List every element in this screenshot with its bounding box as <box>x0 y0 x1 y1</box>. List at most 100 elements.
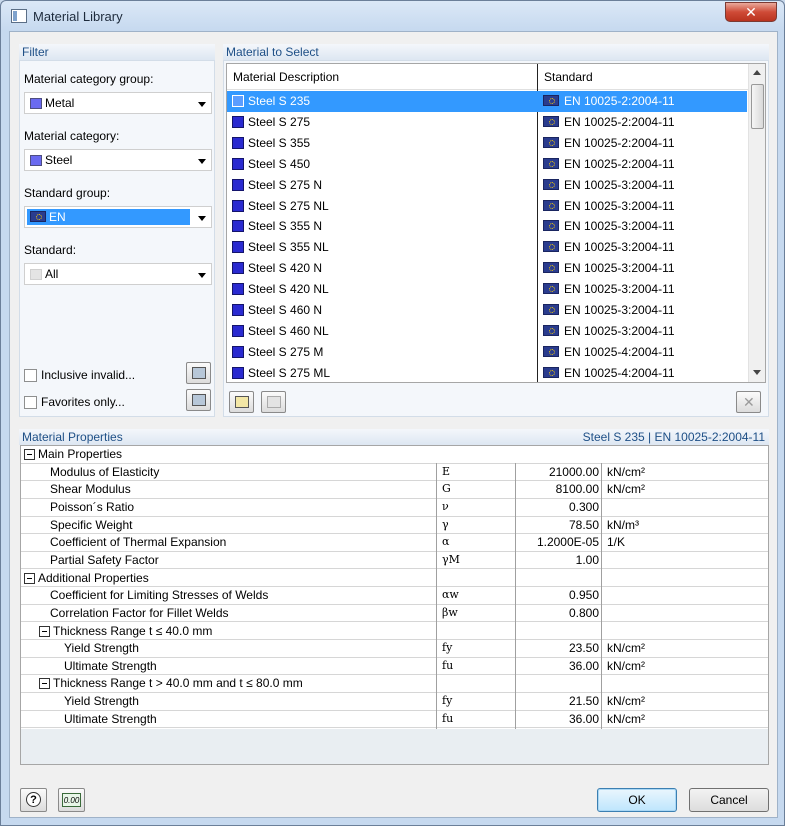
collapse-toggle-icon[interactable] <box>24 572 35 584</box>
material-color-swatch <box>232 283 244 296</box>
favorites-settings-button[interactable] <box>186 389 211 411</box>
column-header-description[interactable]: Material Description <box>227 64 537 90</box>
property-value[interactable]: 0.300 <box>517 500 599 514</box>
property-value[interactable]: 36.00 <box>517 659 599 673</box>
property-row[interactable]: Coefficient for Limiting Stresses of Wel… <box>21 587 768 605</box>
material-row[interactable]: Steel S 460 N EN 10025-3:2004-11 <box>227 300 747 321</box>
chevron-down-icon[interactable] <box>198 216 206 221</box>
property-value[interactable]: 21000.00 <box>517 465 599 479</box>
property-value[interactable]: 8100.00 <box>517 482 599 496</box>
property-symbol: fy <box>442 641 453 655</box>
property-unit: kN/cm² <box>607 641 645 656</box>
new-material-button[interactable] <box>229 391 254 413</box>
material-name: Steel S 460 NL <box>248 323 329 338</box>
property-symbol: αw <box>442 588 459 602</box>
standard-select[interactable]: All <box>24 263 212 285</box>
material-row[interactable]: Steel S 235 EN 10025-2:2004-11 <box>227 91 747 112</box>
help-button[interactable]: ? <box>20 788 47 812</box>
edit-material-button[interactable] <box>261 391 286 413</box>
chevron-down-icon[interactable] <box>198 102 206 107</box>
material-row[interactable]: Steel S 460 NL EN 10025-3:2004-11 <box>227 321 747 342</box>
standard-group-select[interactable]: EN <box>24 206 212 228</box>
material-standard: EN 10025-2:2004-11 <box>564 156 675 171</box>
delete-button[interactable]: ✕ <box>736 391 761 413</box>
inclusive-invalid-settings-button[interactable] <box>186 362 211 384</box>
scroll-thumb[interactable] <box>751 84 764 129</box>
cancel-button[interactable]: Cancel <box>689 788 769 812</box>
material-row[interactable]: Steel S 275 NL EN 10025-3:2004-11 <box>227 196 747 217</box>
property-value[interactable]: 1.00 <box>517 553 599 567</box>
property-value[interactable]: 21.50 <box>517 694 599 708</box>
property-row[interactable]: Specific Weight γ 78.50 kN/m³ <box>21 517 768 535</box>
material-standard: EN 10025-2:2004-11 <box>564 94 675 108</box>
favorites-only-checkbox[interactable] <box>24 396 37 409</box>
category-group-select[interactable]: Metal <box>24 92 212 114</box>
chevron-down-icon[interactable] <box>198 273 206 278</box>
inclusive-invalid-label[interactable]: Inclusive invalid... <box>41 368 135 382</box>
material-row[interactable]: Steel S 450 EN 10025-2:2004-11 <box>227 154 747 175</box>
collapse-toggle-icon[interactable] <box>24 449 35 460</box>
property-row[interactable]: Poisson´s Ratio ν 0.300 <box>21 499 768 517</box>
property-value[interactable]: 0.800 <box>517 606 599 620</box>
material-row[interactable]: Steel S 355 N EN 10025-3:2004-11 <box>227 216 747 237</box>
material-standard: EN 10025-3:2004-11 <box>564 198 675 213</box>
edit-material-icon <box>267 396 281 408</box>
property-symbol: fu <box>442 658 454 672</box>
property-value[interactable]: 23.50 <box>517 641 599 655</box>
property-row[interactable]: Ultimate Strength fu 36.00 kN/cm² <box>21 658 768 676</box>
material-row[interactable]: Steel S 420 NL EN 10025-3:2004-11 <box>227 279 747 300</box>
empty-area <box>21 729 768 764</box>
material-standard: EN 10025-3:2004-11 <box>564 282 675 297</box>
chevron-down-icon[interactable] <box>198 159 206 164</box>
property-symbol: γM <box>442 552 460 566</box>
ok-button[interactable]: OK <box>597 788 677 812</box>
collapse-toggle-icon[interactable] <box>39 678 50 690</box>
eu-flag-icon <box>543 324 559 336</box>
property-row[interactable]: Correlation Factor for Fillet Welds βw 0.8… <box>21 605 768 623</box>
property-row[interactable]: Partial Safety Factor γM 1.00 <box>21 552 768 570</box>
material-name: Steel S 275 N <box>248 177 323 192</box>
vertical-scrollbar[interactable] <box>748 64 765 382</box>
property-value[interactable]: 1.2000E-05 <box>517 535 599 549</box>
property-row[interactable]: Shear Modulus G 8100.00 kN/cm² <box>21 481 768 499</box>
property-row[interactable]: Ultimate Strength fu 36.00 kN/cm² <box>21 711 768 729</box>
material-row[interactable]: Steel S 420 N EN 10025-3:2004-11 <box>227 258 747 279</box>
property-group-row[interactable]: Main Properties <box>21 446 768 464</box>
property-name: Ultimate Strength <box>64 711 157 726</box>
material-row[interactable]: Steel S 275 ML EN 10025-4:2004-11 <box>227 363 747 382</box>
material-color-swatch <box>232 304 244 316</box>
collapse-toggle-icon[interactable] <box>39 625 50 637</box>
material-row[interactable]: Steel S 275 N EN 10025-3:2004-11 <box>227 175 747 196</box>
property-group-row[interactable]: Thickness Range t > 40.0 mm and t ≤ 80.0… <box>21 675 768 694</box>
scroll-up-icon[interactable] <box>753 70 761 75</box>
property-group-name: Main Properties <box>38 447 123 461</box>
title-bar[interactable]: Material Library ✕ <box>1 1 784 31</box>
material-row[interactable]: Steel S 275 EN 10025-2:2004-11 <box>227 112 747 133</box>
property-value[interactable]: 0.950 <box>517 588 599 602</box>
material-list[interactable]: Material Description Standard Steel S 23… <box>226 63 766 383</box>
material-row[interactable]: Steel S 355 EN 10025-2:2004-11 <box>227 133 747 154</box>
property-group-row[interactable]: Additional Properties <box>21 569 768 588</box>
material-library-window: Material Library ✕ Filter Material categ… <box>0 0 785 826</box>
property-value[interactable]: 36.00 <box>517 712 599 726</box>
property-group-row[interactable]: Thickness Range t ≤ 40.0 mm <box>21 622 768 641</box>
property-row[interactable]: Modulus of Elasticity E 21000.00 kN/cm² <box>21 464 768 482</box>
scroll-down-icon[interactable] <box>753 370 761 375</box>
property-row[interactable]: Coefficient of Thermal Expansion α 1.2000E… <box>21 534 768 552</box>
property-value[interactable]: 78.50 <box>517 518 599 532</box>
column-header-standard[interactable]: Standard <box>538 64 748 90</box>
material-standard: EN 10025-2:2004-11 <box>564 114 675 129</box>
material-standard: EN 10025-3:2004-11 <box>564 219 675 234</box>
inclusive-invalid-checkbox[interactable] <box>24 369 37 382</box>
property-row[interactable]: Yield Strength fy 23.50 kN/cm² <box>21 640 768 658</box>
category-select[interactable]: Steel <box>24 149 212 171</box>
material-row[interactable]: Steel S 275 M EN 10025-4:2004-11 <box>227 342 747 363</box>
close-button[interactable]: ✕ <box>725 2 777 22</box>
property-row[interactable]: Yield Strength fy 21.50 kN/cm² <box>21 693 768 711</box>
property-name: Yield Strength <box>64 641 139 656</box>
units-button[interactable]: 0.00 <box>58 788 85 812</box>
favorites-only-label[interactable]: Favorites only... <box>41 395 125 409</box>
material-row[interactable]: Steel S 355 NL EN 10025-3:2004-11 <box>227 237 747 258</box>
eu-flag-icon <box>543 241 559 253</box>
material-standard: EN 10025-3:2004-11 <box>564 261 675 276</box>
